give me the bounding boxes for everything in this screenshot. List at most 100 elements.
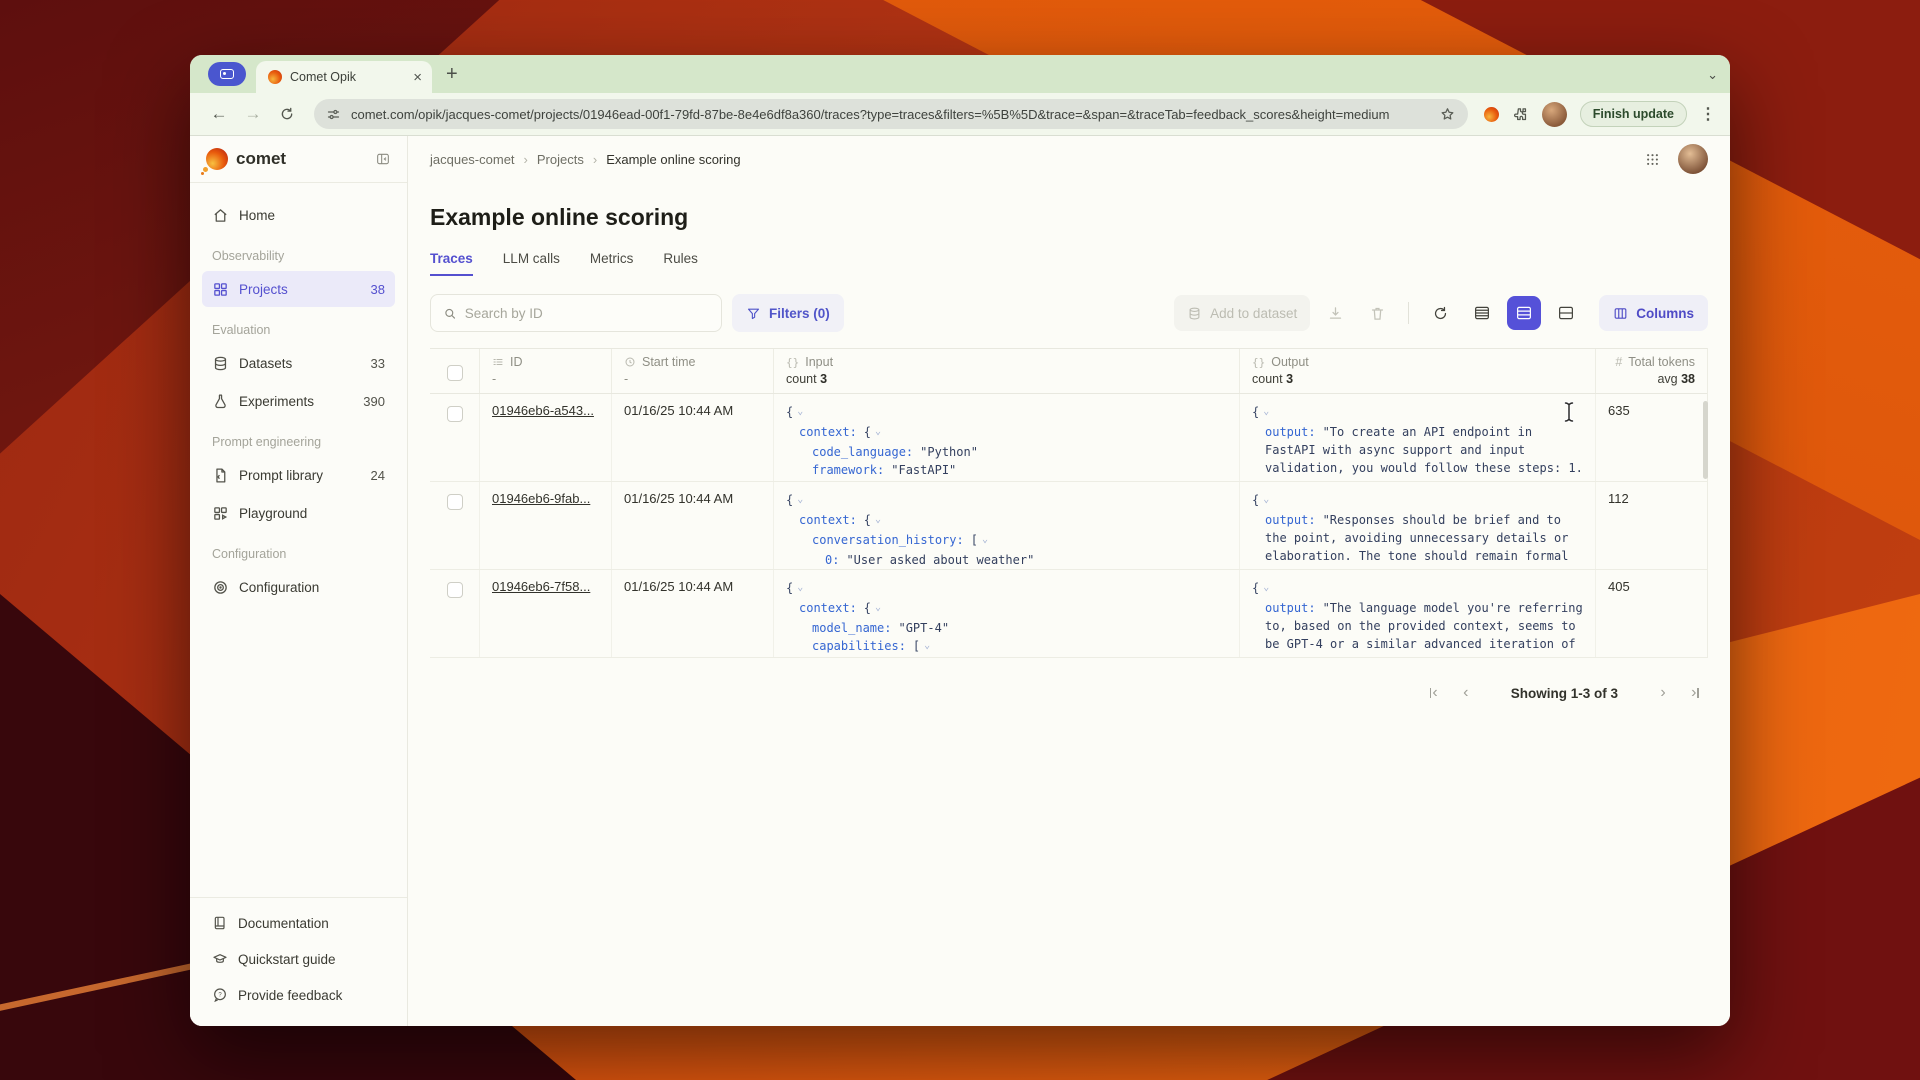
browser-tab[interactable]: Comet Opik × xyxy=(256,61,432,93)
url-bar[interactable]: comet.com/opik/jacques-comet/projects/01… xyxy=(314,99,1468,129)
site-settings-icon[interactable] xyxy=(326,107,341,122)
refresh-icon xyxy=(1432,305,1449,322)
section-title-prompt-engineering: Prompt engineering xyxy=(212,435,385,449)
expand-chevron-icon[interactable] xyxy=(1263,491,1269,509)
section-title-observability: Observability xyxy=(212,249,385,263)
tab-search-chevron-icon[interactable]: ⌄ xyxy=(1707,67,1718,83)
columns-button[interactable]: Columns xyxy=(1599,295,1708,331)
expand-chevron-icon[interactable] xyxy=(875,423,881,441)
sidebar-item-documentation[interactable]: Documentation xyxy=(202,906,395,940)
sidebar-item-playground[interactable]: Playground xyxy=(202,495,395,531)
column-label: Input xyxy=(805,355,833,369)
pagination-first-button[interactable]: ‹ xyxy=(1421,680,1447,706)
row-checkbox[interactable] xyxy=(447,494,463,510)
export-button[interactable] xyxy=(1318,296,1352,330)
braces-icon: {} xyxy=(786,356,799,369)
pagination-next-button[interactable]: › xyxy=(1650,680,1676,706)
tab-group-pill[interactable] xyxy=(208,62,246,86)
trace-id-link[interactable]: 01946eb6-9fab... xyxy=(492,491,590,506)
section-title-configuration: Configuration xyxy=(212,547,385,561)
funnel-icon xyxy=(746,306,761,321)
column-header-id[interactable]: ID - xyxy=(480,349,612,393)
forward-button[interactable]: → xyxy=(238,99,268,129)
browser-profile-avatar[interactable] xyxy=(1542,102,1567,127)
reload-button[interactable] xyxy=(272,99,302,129)
column-header-start-time[interactable]: Start time - xyxy=(612,349,774,393)
column-label: ID xyxy=(510,355,523,369)
add-to-dataset-label: Add to dataset xyxy=(1210,306,1297,321)
sidebar-item-prompt-library[interactable]: Prompt library 24 xyxy=(202,457,395,493)
expand-chevron-icon[interactable] xyxy=(875,599,881,617)
expand-chevron-icon[interactable] xyxy=(797,403,803,421)
feedback-bubble-icon: ? xyxy=(212,987,228,1003)
pagination-prev-button[interactable]: ‹ xyxy=(1453,680,1479,706)
column-header-input[interactable]: {}Input count 3 xyxy=(774,349,1240,393)
delete-button[interactable] xyxy=(1360,296,1394,330)
bookmark-star-icon[interactable] xyxy=(1439,106,1456,123)
trace-id-link[interactable]: 01946eb6-a543... xyxy=(492,403,594,418)
trace-id-link[interactable]: 01946eb6-7f58... xyxy=(492,579,590,594)
breadcrumb-item[interactable]: Projects xyxy=(537,152,584,167)
back-button[interactable]: ← xyxy=(204,99,234,129)
trace-start-time: 01/16/25 10:44 AM xyxy=(612,394,774,481)
row-checkbox[interactable] xyxy=(447,582,463,598)
extensions-puzzle-icon[interactable] xyxy=(1512,106,1529,123)
table-row[interactable]: 01946eb6-a543... 01/16/25 10:44 AM { con… xyxy=(430,394,1707,482)
row-height-small-icon xyxy=(1473,304,1491,322)
sidebar-item-quickstart-guide[interactable]: Quickstart guide xyxy=(202,942,395,976)
sidebar-item-datasets[interactable]: Datasets 33 xyxy=(202,345,395,381)
tab-traces[interactable]: Traces xyxy=(430,251,473,276)
column-header-output[interactable]: {}Output count 3 xyxy=(1240,349,1596,393)
sidebar-item-experiments[interactable]: Experiments 390 xyxy=(202,383,395,419)
column-label: Start time xyxy=(642,355,696,369)
column-header-total-tokens[interactable]: #Total tokens avg 38 xyxy=(1596,349,1707,393)
url-text[interactable]: comet.com/opik/jacques-comet/projects/01… xyxy=(351,107,1429,122)
browser-menu-icon[interactable]: ⋮ xyxy=(1700,104,1716,124)
expand-chevron-icon[interactable] xyxy=(1263,403,1269,421)
expand-chevron-icon[interactable] xyxy=(875,511,881,529)
json-brace: { xyxy=(864,601,871,615)
tab-rules[interactable]: Rules xyxy=(663,251,698,276)
table-row[interactable]: 01946eb6-7f58... 01/16/25 10:44 AM { con… xyxy=(430,570,1707,658)
json-brace: { xyxy=(864,513,871,527)
comet-extension-icon[interactable] xyxy=(1484,107,1499,122)
filters-button[interactable]: Filters (0) xyxy=(732,294,844,332)
table-scrollbar-thumb[interactable] xyxy=(1703,401,1708,479)
json-brace: { xyxy=(864,425,871,439)
json-key: model_name: xyxy=(812,621,891,635)
browser-window: Comet Opik × + ⌄ ← → comet.com/opik/jacq… xyxy=(190,55,1730,1026)
search-input[interactable] xyxy=(465,306,709,321)
row-height-medium-button[interactable] xyxy=(1507,296,1541,330)
apps-grid-icon[interactable] xyxy=(1645,152,1660,167)
sidebar-item-home[interactable]: Home xyxy=(202,197,395,233)
row-height-large-button[interactable] xyxy=(1549,296,1583,330)
expand-chevron-icon[interactable] xyxy=(924,637,930,655)
divider xyxy=(1408,302,1409,324)
tab-close-icon[interactable]: × xyxy=(413,70,422,85)
add-to-dataset-button[interactable]: Add to dataset xyxy=(1174,295,1310,331)
json-brace: { xyxy=(786,581,793,595)
table-row[interactable]: 01946eb6-9fab... 01/16/25 10:44 AM { con… xyxy=(430,482,1707,570)
tab-metrics[interactable]: Metrics xyxy=(590,251,634,276)
page-title: Example online scoring xyxy=(430,204,1708,231)
refresh-button[interactable] xyxy=(1423,296,1457,330)
expand-chevron-icon[interactable] xyxy=(797,579,803,597)
sidebar-item-projects[interactable]: Projects 38 xyxy=(202,271,395,307)
pagination-last-button[interactable]: › xyxy=(1682,680,1708,706)
tab-llm-calls[interactable]: LLM calls xyxy=(503,251,560,276)
sidebar-item-provide-feedback[interactable]: ? Provide feedback xyxy=(202,978,395,1012)
new-tab-button[interactable]: + xyxy=(446,64,458,84)
expand-chevron-icon[interactable] xyxy=(797,491,803,509)
collapse-sidebar-button[interactable] xyxy=(375,151,391,167)
search-icon xyxy=(443,306,457,321)
traces-table: ID - Start time - {}Input count 3 {}Ou xyxy=(430,348,1708,658)
expand-chevron-icon[interactable] xyxy=(1263,579,1269,597)
sidebar-item-configuration[interactable]: Configuration xyxy=(202,569,395,605)
row-height-small-button[interactable] xyxy=(1465,296,1499,330)
finish-update-button[interactable]: Finish update xyxy=(1580,101,1687,127)
select-all-checkbox[interactable] xyxy=(447,365,463,381)
row-checkbox[interactable] xyxy=(447,406,463,422)
breadcrumb-item[interactable]: jacques-comet xyxy=(430,152,515,167)
user-avatar[interactable] xyxy=(1678,144,1708,174)
expand-chevron-icon[interactable] xyxy=(982,531,988,549)
